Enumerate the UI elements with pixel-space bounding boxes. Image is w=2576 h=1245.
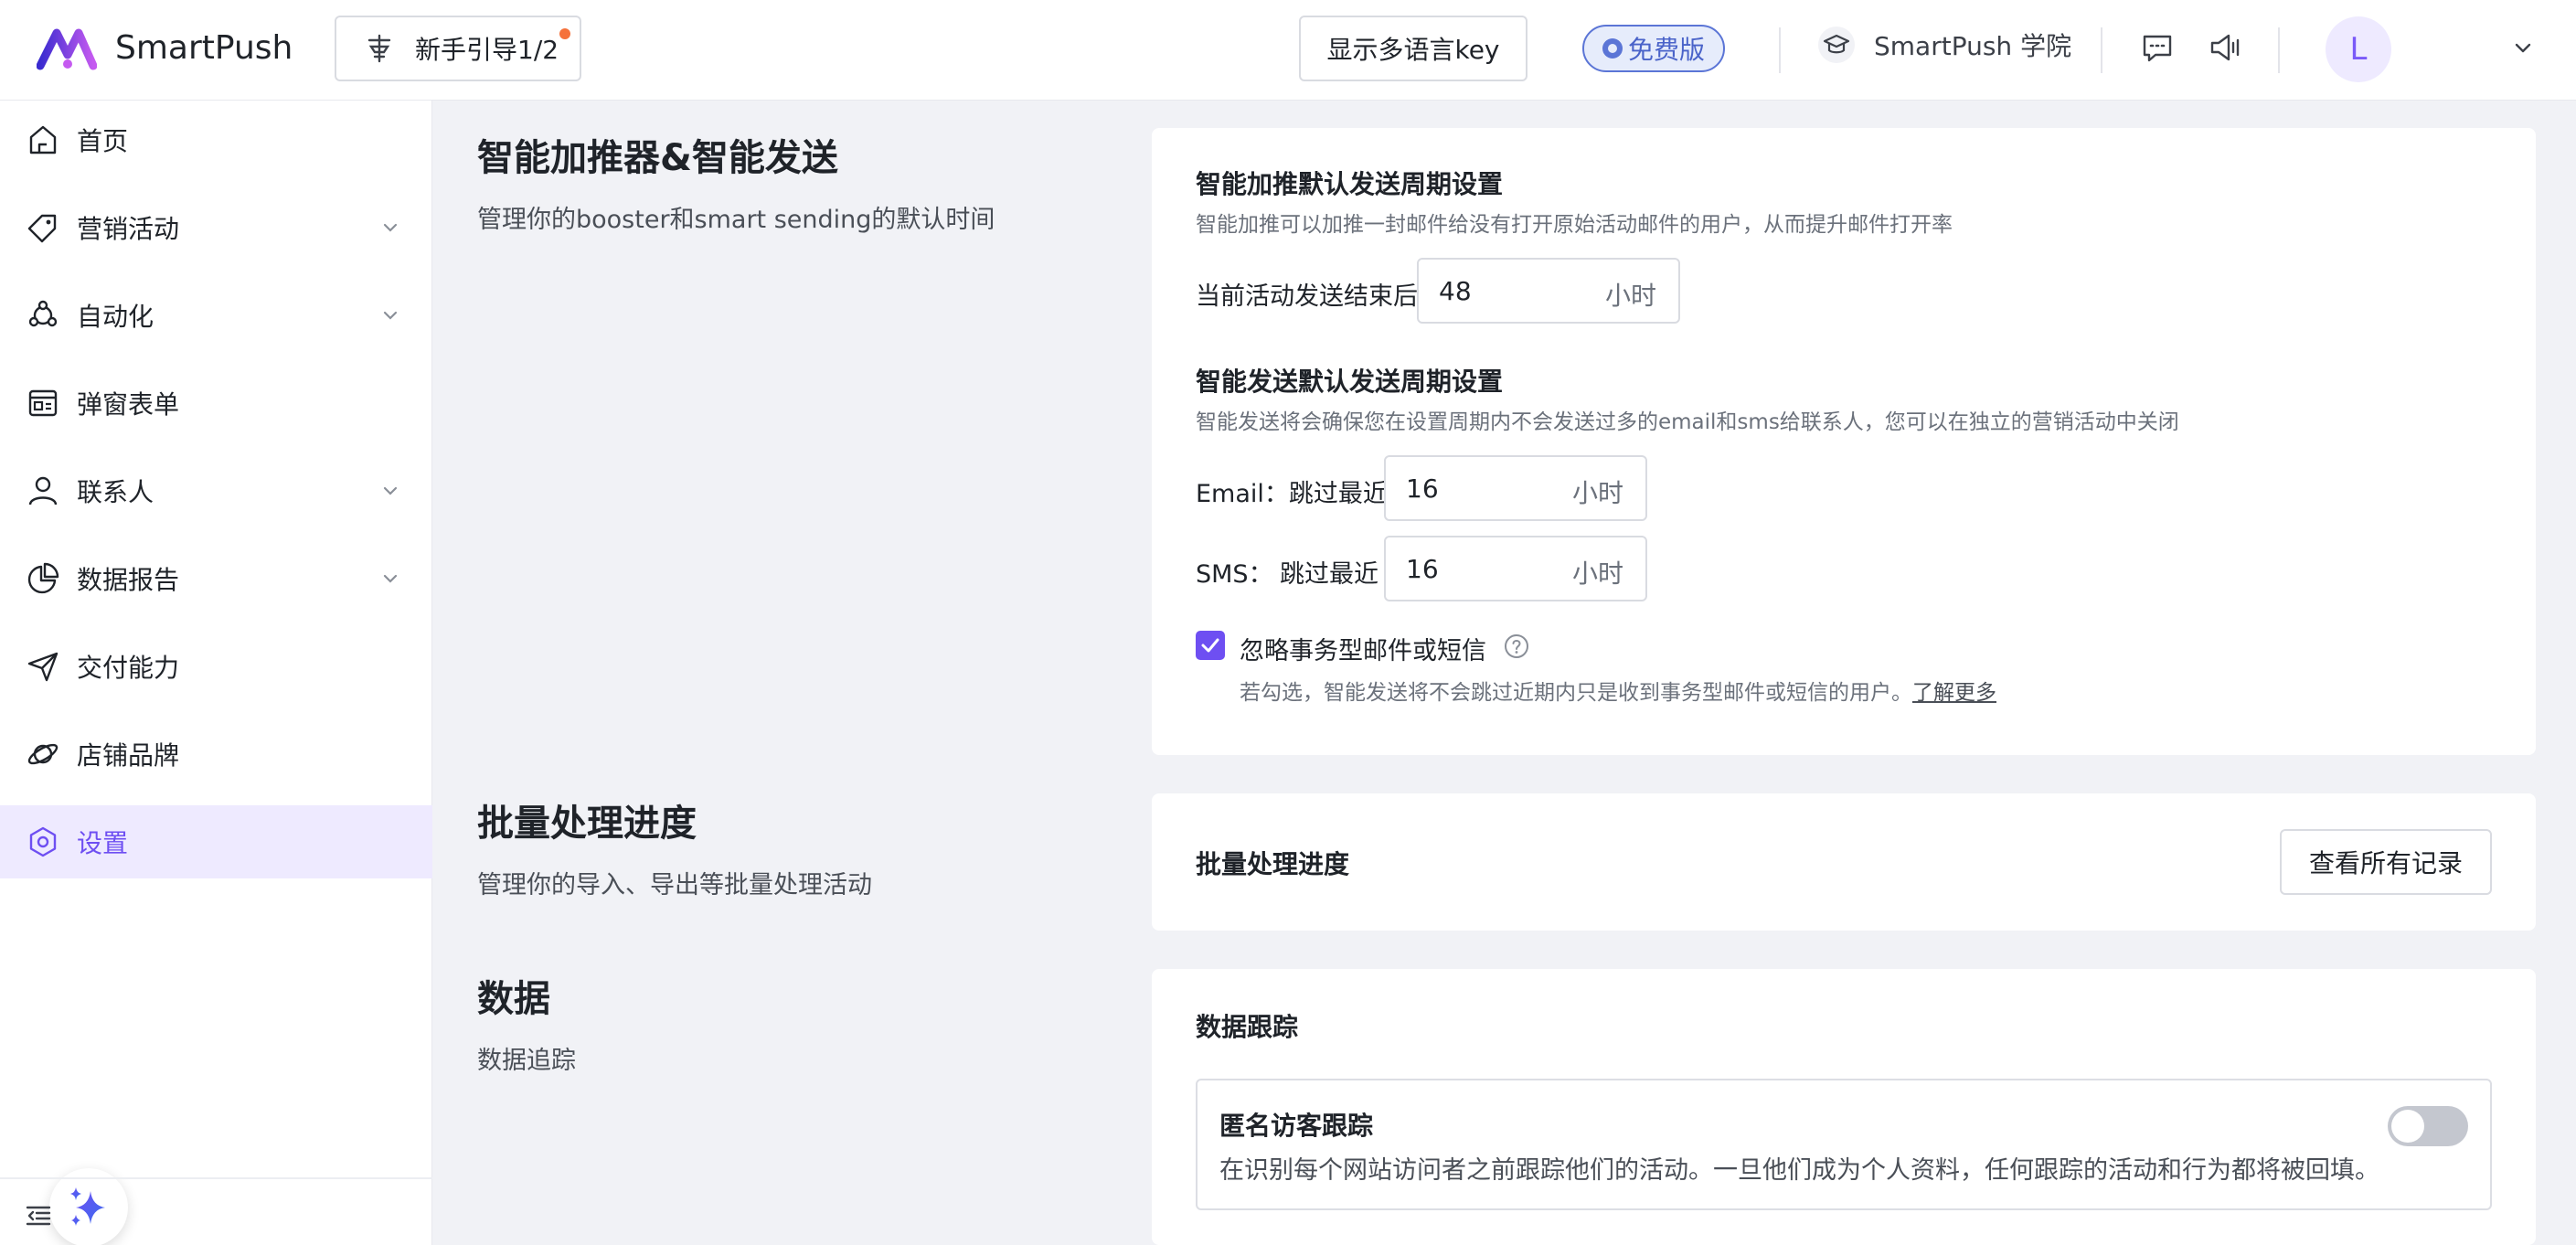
ignore-transactional-checkbox[interactable] xyxy=(1196,631,1225,660)
sms-skip-label: 跳过最近 xyxy=(1280,560,1378,589)
check-icon xyxy=(1201,638,1219,653)
user-avatar[interactable]: L xyxy=(2326,16,2391,82)
sidebar-item-contacts[interactable]: 联系人 xyxy=(0,454,432,527)
user-icon xyxy=(28,476,58,505)
plan-icon xyxy=(1602,38,1623,59)
booster-hours-input[interactable]: 48 小时 xyxy=(1417,258,1680,324)
sidebar: 首页 营销活动 自动化 弹窗表单 联系人 数据报告 交付能力 店铺品牌 设置 xyxy=(0,101,432,1245)
guide-label: 新手引导1/2 xyxy=(415,35,559,65)
brand-icon xyxy=(27,743,59,765)
batch-section-desc: 管理你的导入、导出等批量处理活动 xyxy=(477,871,872,899)
booster-heading: 智能加推默认发送周期设置 xyxy=(1196,169,1504,199)
sidebar-item-label: 自动化 xyxy=(77,302,154,332)
chevron-down-icon xyxy=(383,486,398,495)
anon-tracking-toggle[interactable] xyxy=(2388,1106,2468,1146)
show-lang-key-button[interactable]: 显示多语言key xyxy=(1299,16,1528,81)
anon-tracking-desc: 在识别每个网站访问者之前跟踪他们的活动。一旦他们成为个人资料，任何跟踪的活动和行… xyxy=(1219,1156,2379,1185)
sending-hint: 智能发送将会确保您在设置周期内不会发送过多的email和sms给联系人，您可以在… xyxy=(1196,410,2179,434)
guide-icon xyxy=(367,34,391,63)
smart-section-title: 智能加推器&智能发送 xyxy=(477,137,838,179)
data-section-desc: 数据追踪 xyxy=(477,1047,576,1075)
announcement-icon[interactable] xyxy=(2207,29,2243,66)
home-icon xyxy=(29,125,57,154)
booster-field-label: 当前活动发送结束后 xyxy=(1196,282,1418,311)
toggle-knob xyxy=(2391,1110,2424,1143)
brand-logo[interactable]: SmartPush xyxy=(37,24,293,71)
automation-icon xyxy=(28,300,58,327)
sidebar-item-settings[interactable]: 设置 xyxy=(0,805,432,878)
academy-label: SmartPush 学院 xyxy=(1874,31,2072,61)
sidebar-item-deliverability[interactable]: 交付能力 xyxy=(0,630,432,703)
hours-unit: 小时 xyxy=(1571,478,1623,508)
batch-section-title: 批量处理进度 xyxy=(477,803,697,845)
smartpush-logo-icon xyxy=(37,28,97,70)
booster-hours-value: 48 xyxy=(1439,276,1472,306)
hours-unit: 小时 xyxy=(1571,559,1623,589)
batch-card: 批量处理进度 查看所有记录 xyxy=(1152,793,2536,931)
notification-dot xyxy=(559,28,570,39)
booster-hint: 智能加推可以加推一封邮件给没有打开原始活动邮件的用户，从而提升邮件打开率 xyxy=(1196,213,1953,237)
sidebar-item-label: 交付能力 xyxy=(77,653,180,683)
sidebar-item-label: 数据报告 xyxy=(77,565,180,595)
hours-unit: 小时 xyxy=(1604,281,1656,311)
data-section-title: 数据 xyxy=(477,978,550,1020)
chevron-down-icon xyxy=(383,574,398,583)
sending-heading: 智能发送默认发送周期设置 xyxy=(1196,367,1504,397)
sidebar-item-label: 设置 xyxy=(77,828,129,858)
divider xyxy=(1779,27,1781,73)
sparkle-icon xyxy=(70,1187,105,1226)
graduation-cap-icon xyxy=(1818,27,1855,63)
sidebar-item-reports[interactable]: 数据报告 xyxy=(0,542,432,615)
sms-hours-input[interactable]: 16 小时 xyxy=(1384,536,1647,601)
smart-section-desc: 管理你的booster和smart sending的默认时间 xyxy=(477,206,995,234)
sidebar-item-label: 联系人 xyxy=(77,477,154,507)
pie-chart-icon xyxy=(27,562,59,594)
top-bar: SmartPush 新手引导1/2 显示多语言key 免费版 SmartPush… xyxy=(0,0,2576,101)
divider xyxy=(0,1177,432,1179)
sidebar-item-home[interactable]: 首页 xyxy=(0,103,432,176)
sidebar-item-label: 首页 xyxy=(77,126,129,156)
data-tracking-heading: 数据跟踪 xyxy=(1196,1012,1299,1042)
collapse-menu-icon[interactable] xyxy=(24,1201,53,1230)
sms-hours-value: 16 xyxy=(1406,554,1439,584)
sidebar-item-popup-forms[interactable]: 弹窗表单 xyxy=(0,367,432,440)
email-hours-value: 16 xyxy=(1406,474,1439,504)
send-icon xyxy=(27,652,59,682)
academy-link[interactable]: SmartPush 学院 xyxy=(1817,26,2071,64)
sms-field-label: SMS： xyxy=(1196,560,1273,589)
batch-card-label: 批量处理进度 xyxy=(1196,849,1350,879)
ai-assistant-button[interactable] xyxy=(49,1168,128,1245)
help-icon[interactable] xyxy=(1503,633,1530,660)
sidebar-item-campaigns[interactable]: 营销活动 xyxy=(0,191,432,264)
settings-icon xyxy=(29,826,57,857)
chevron-down-icon[interactable] xyxy=(2509,35,2537,62)
divider xyxy=(2278,27,2280,73)
form-icon xyxy=(28,389,58,417)
ignore-transactional-label: 忽略事务型邮件或短信 xyxy=(1240,637,1486,665)
ignore-hint-text: 若勾选，智能发送将不会跳过近期内只是收到事务型邮件或短信的用户。 xyxy=(1240,681,1912,705)
ignore-transactional-hint: 若勾选，智能发送将不会跳过近期内只是收到事务型邮件或短信的用户。了解更多 xyxy=(1240,675,1996,706)
view-all-records-button[interactable]: 查看所有记录 xyxy=(2280,829,2492,895)
sidebar-item-automation[interactable]: 自动化 xyxy=(0,279,432,352)
plan-label: 免费版 xyxy=(1627,35,1705,65)
tag-icon xyxy=(27,214,57,243)
data-tracking-card: 数据跟踪 匿名访客跟踪 在识别每个网站访问者之前跟踪他们的活动。一旦他们成为个人… xyxy=(1152,969,2536,1245)
sidebar-item-label: 店铺品牌 xyxy=(77,740,180,771)
anon-tracking-title: 匿名访客跟踪 xyxy=(1219,1111,1374,1141)
plan-badge[interactable]: 免费版 xyxy=(1582,25,1725,72)
anonymous-tracking-box: 匿名访客跟踪 在识别每个网站访问者之前跟踪他们的活动。一旦他们成为个人资料，任何… xyxy=(1196,1079,2492,1210)
sidebar-item-label: 弹窗表单 xyxy=(77,389,180,420)
learn-more-link[interactable]: 了解更多 xyxy=(1912,681,1996,705)
sidebar-item-label: 营销活动 xyxy=(77,214,180,244)
message-icon[interactable] xyxy=(2139,29,2176,66)
onboarding-guide-button[interactable]: 新手引导1/2 xyxy=(335,16,581,81)
email-hours-input[interactable]: 16 小时 xyxy=(1384,455,1647,521)
brand-name: SmartPush xyxy=(115,28,293,67)
email-field-label: Email：跳过最近 xyxy=(1196,480,1388,508)
divider xyxy=(2101,27,2102,73)
smart-settings-card: 智能加推默认发送周期设置 智能加推可以加推一封邮件给没有打开原始活动邮件的用户，… xyxy=(1152,128,2536,755)
chevron-down-icon xyxy=(383,223,398,232)
sidebar-item-store-brand[interactable]: 店铺品牌 xyxy=(0,718,432,791)
chevron-down-icon xyxy=(383,311,398,320)
